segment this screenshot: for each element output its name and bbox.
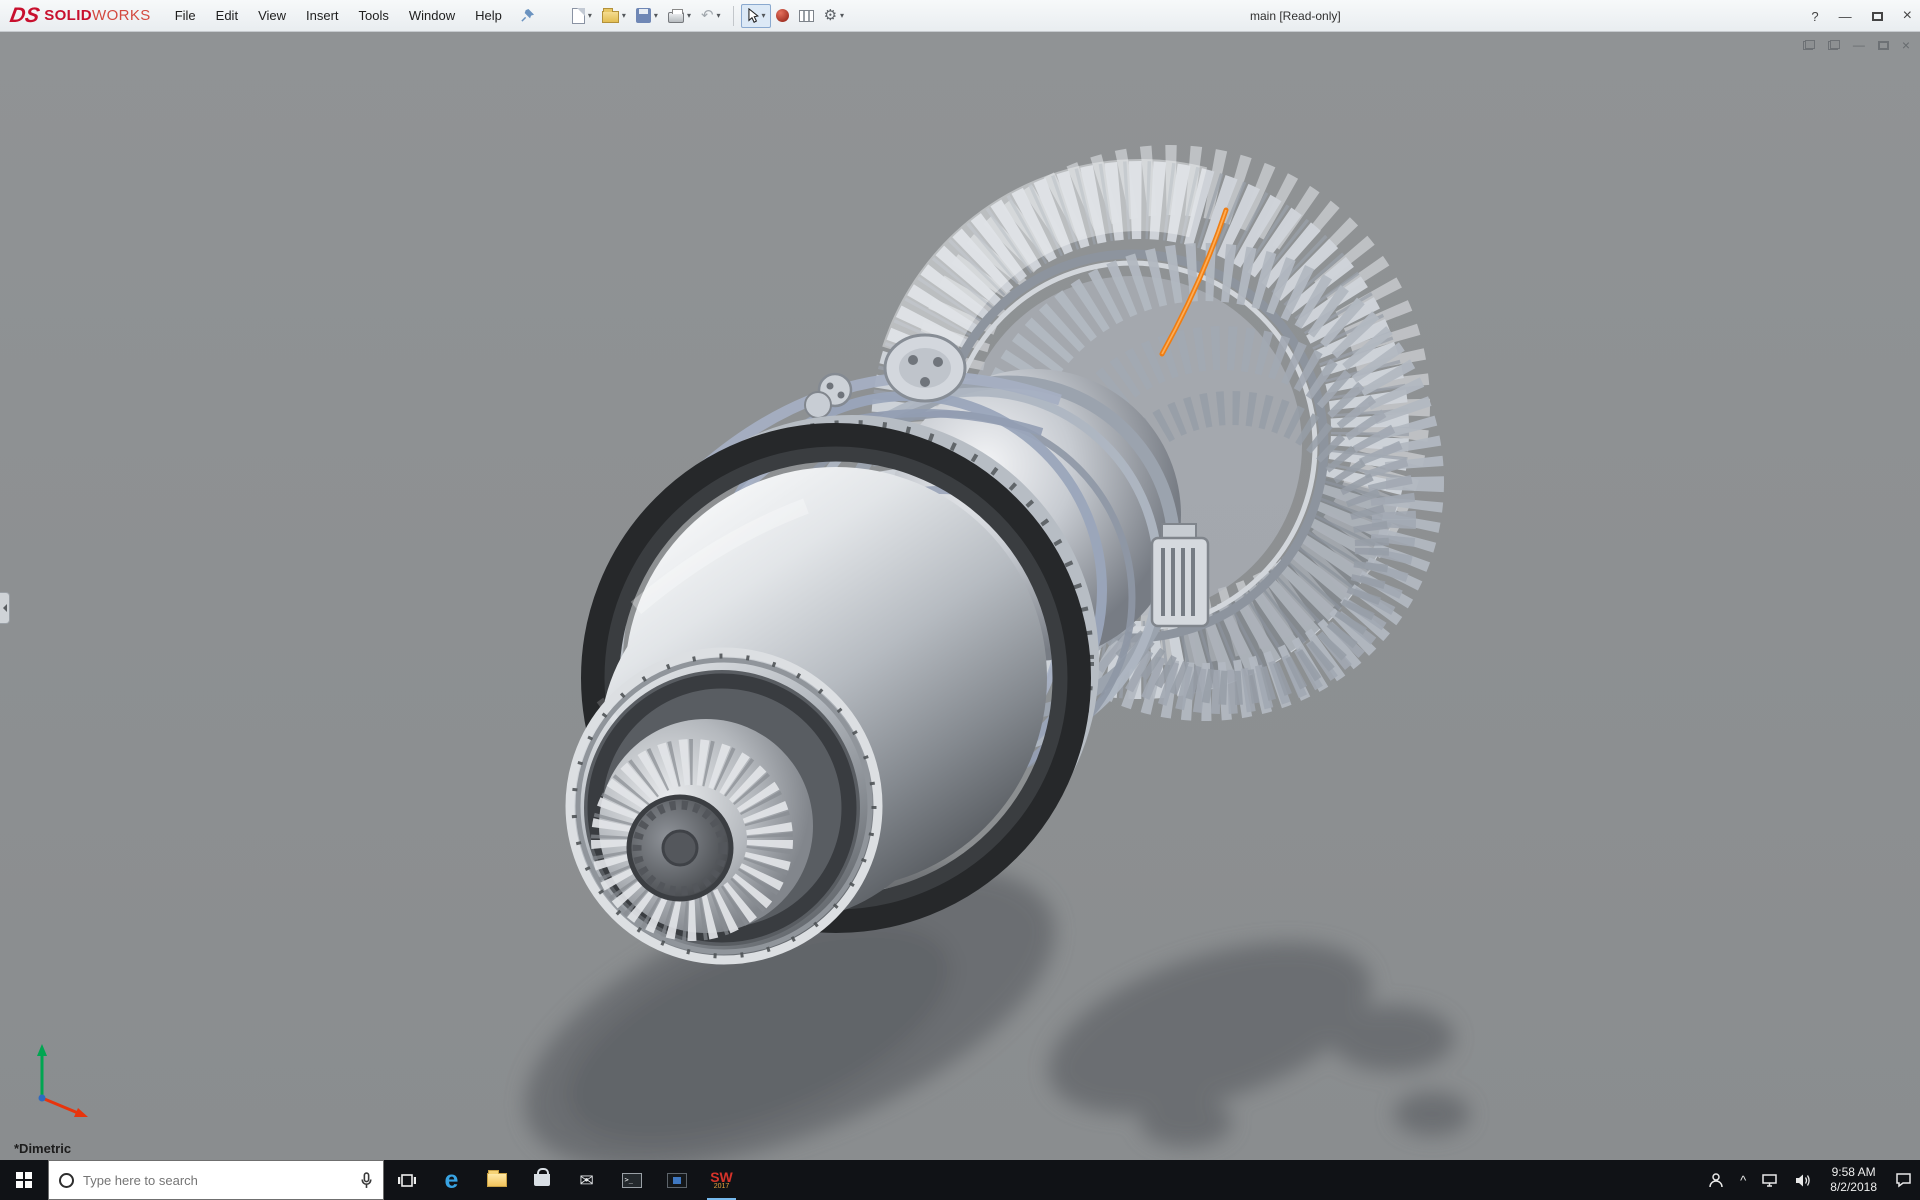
pin-menu-icon[interactable] — [520, 8, 535, 23]
standard-toolbar: ▾ ▾ ▾ ▾ ↶ ▾ ▾ ⚙ — [567, 4, 849, 28]
menu-edit[interactable]: Edit — [206, 3, 248, 28]
taskbar-app[interactable] — [654, 1160, 699, 1200]
network-icon — [1762, 1173, 1779, 1188]
chevron-up-icon: ^ — [1740, 1173, 1746, 1188]
undo-button[interactable]: ↶ ▾ — [696, 4, 726, 28]
pushpin-icon — [520, 8, 535, 23]
file-explorer-icon — [487, 1173, 507, 1187]
search-input[interactable] — [83, 1173, 351, 1188]
menu-file[interactable]: File — [165, 3, 206, 28]
menu-window[interactable]: Window — [399, 3, 465, 28]
task-pane-flyout-tab[interactable] — [0, 592, 10, 624]
cascade-windows-icon[interactable] — [1828, 40, 1840, 50]
edge-icon: e — [445, 1168, 459, 1193]
gear-icon: ⚙ — [824, 8, 837, 23]
save-button[interactable]: ▾ — [631, 4, 663, 28]
clock-time: 9:58 AM — [1832, 1165, 1876, 1180]
graphics-area[interactable]: — × *Dimetric — [0, 32, 1920, 1160]
heat-exchanger[interactable] — [1152, 524, 1208, 626]
columns-icon — [799, 10, 814, 22]
tray-overflow-button[interactable]: ^ — [1732, 1160, 1754, 1200]
windows-taskbar: e ✉ >_ SW 2017 ^ — [0, 1160, 1920, 1200]
taskbar-mail[interactable]: ✉ — [564, 1160, 609, 1200]
window-controls: ? — × — [1811, 0, 1912, 32]
toolbar-separator — [733, 6, 734, 26]
print-icon — [668, 12, 684, 23]
print-button[interactable]: ▾ — [663, 4, 696, 28]
options-button[interactable]: ⚙ ▾ — [819, 4, 849, 28]
solidworks-icon: SW 2017 — [710, 1171, 733, 1190]
doc-restore-button[interactable] — [1878, 41, 1889, 50]
task-view-icon — [398, 1173, 416, 1188]
new-document-icon — [572, 8, 585, 24]
view-orientation-label: *Dimetric — [14, 1141, 71, 1156]
taskbar-store[interactable] — [519, 1160, 564, 1200]
windows-logo-icon — [16, 1172, 32, 1188]
new-window-icon[interactable] — [1803, 40, 1815, 50]
solidworks-window: { "app": { "logo_ds": "DS", "logo_solid"… — [0, 0, 1920, 1200]
microphone-icon[interactable] — [360, 1172, 373, 1189]
task-view-button[interactable] — [384, 1160, 429, 1200]
appearance-button[interactable] — [771, 4, 794, 28]
undo-icon: ↶ — [701, 8, 714, 23]
select-tool-button[interactable]: ▾ — [741, 4, 771, 28]
open-button[interactable]: ▾ — [597, 4, 631, 28]
spinner-hub[interactable] — [629, 797, 731, 899]
terminal-icon: >_ — [622, 1173, 642, 1188]
taskbar-search[interactable] — [48, 1160, 384, 1200]
new-document-button[interactable]: ▾ — [567, 4, 597, 28]
minimize-button[interactable]: — — [1839, 9, 1852, 24]
taskbar-solidworks[interactable]: SW 2017 — [699, 1160, 744, 1200]
menu-help[interactable]: Help — [465, 3, 512, 28]
maximize-button[interactable] — [1872, 12, 1883, 21]
taskbar-clock[interactable]: 9:58 AM 8/2/2018 — [1820, 1160, 1887, 1200]
accessory-cylinder[interactable] — [885, 335, 965, 401]
volume-button[interactable] — [1787, 1160, 1820, 1200]
taskbar-terminal[interactable]: >_ — [609, 1160, 654, 1200]
menu-view[interactable]: View — [248, 3, 296, 28]
person-icon — [1708, 1172, 1724, 1188]
people-button[interactable] — [1700, 1160, 1732, 1200]
close-button[interactable]: × — [1903, 7, 1912, 25]
mail-icon: ✉ — [579, 1172, 593, 1189]
clock-date: 8/2/2018 — [1830, 1180, 1877, 1195]
save-icon — [636, 8, 651, 23]
document-title: main [Read-only] — [1250, 0, 1341, 32]
start-button[interactable] — [0, 1160, 48, 1200]
select-arrow-icon — [746, 8, 759, 24]
menu-bar: DS SOLID WORKS File Edit View Insert Too… — [0, 0, 1920, 32]
menu-tools[interactable]: Tools — [349, 3, 399, 28]
appearance-sphere-icon — [776, 9, 789, 22]
ds-logo-mark: DS — [8, 4, 41, 28]
document-window-controls: — × — [1803, 38, 1910, 52]
system-tray: ^ 9:58 AM 8/2/2018 — [1700, 1160, 1920, 1200]
speaker-icon — [1795, 1173, 1812, 1188]
menu-insert[interactable]: Insert — [296, 3, 349, 28]
help-button[interactable]: ? — [1811, 9, 1818, 24]
taskbar-edge[interactable]: e — [429, 1160, 474, 1200]
doc-minimize-button[interactable]: — — [1853, 39, 1865, 51]
notification-icon — [1895, 1172, 1912, 1188]
engine-model-scene[interactable] — [0, 32, 1920, 1160]
doc-close-button[interactable]: × — [1902, 38, 1910, 52]
store-icon — [534, 1174, 550, 1186]
open-folder-icon — [602, 11, 619, 23]
app-icon — [667, 1173, 687, 1188]
network-button[interactable] — [1754, 1160, 1787, 1200]
display-settings-button[interactable] — [794, 4, 819, 28]
search-icon — [59, 1173, 74, 1188]
solidworks-logo: DS SOLID WORKS — [0, 4, 165, 28]
orientation-triad — [37, 1044, 88, 1117]
action-center-button[interactable] — [1887, 1160, 1920, 1200]
taskbar-file-explorer[interactable] — [474, 1160, 519, 1200]
